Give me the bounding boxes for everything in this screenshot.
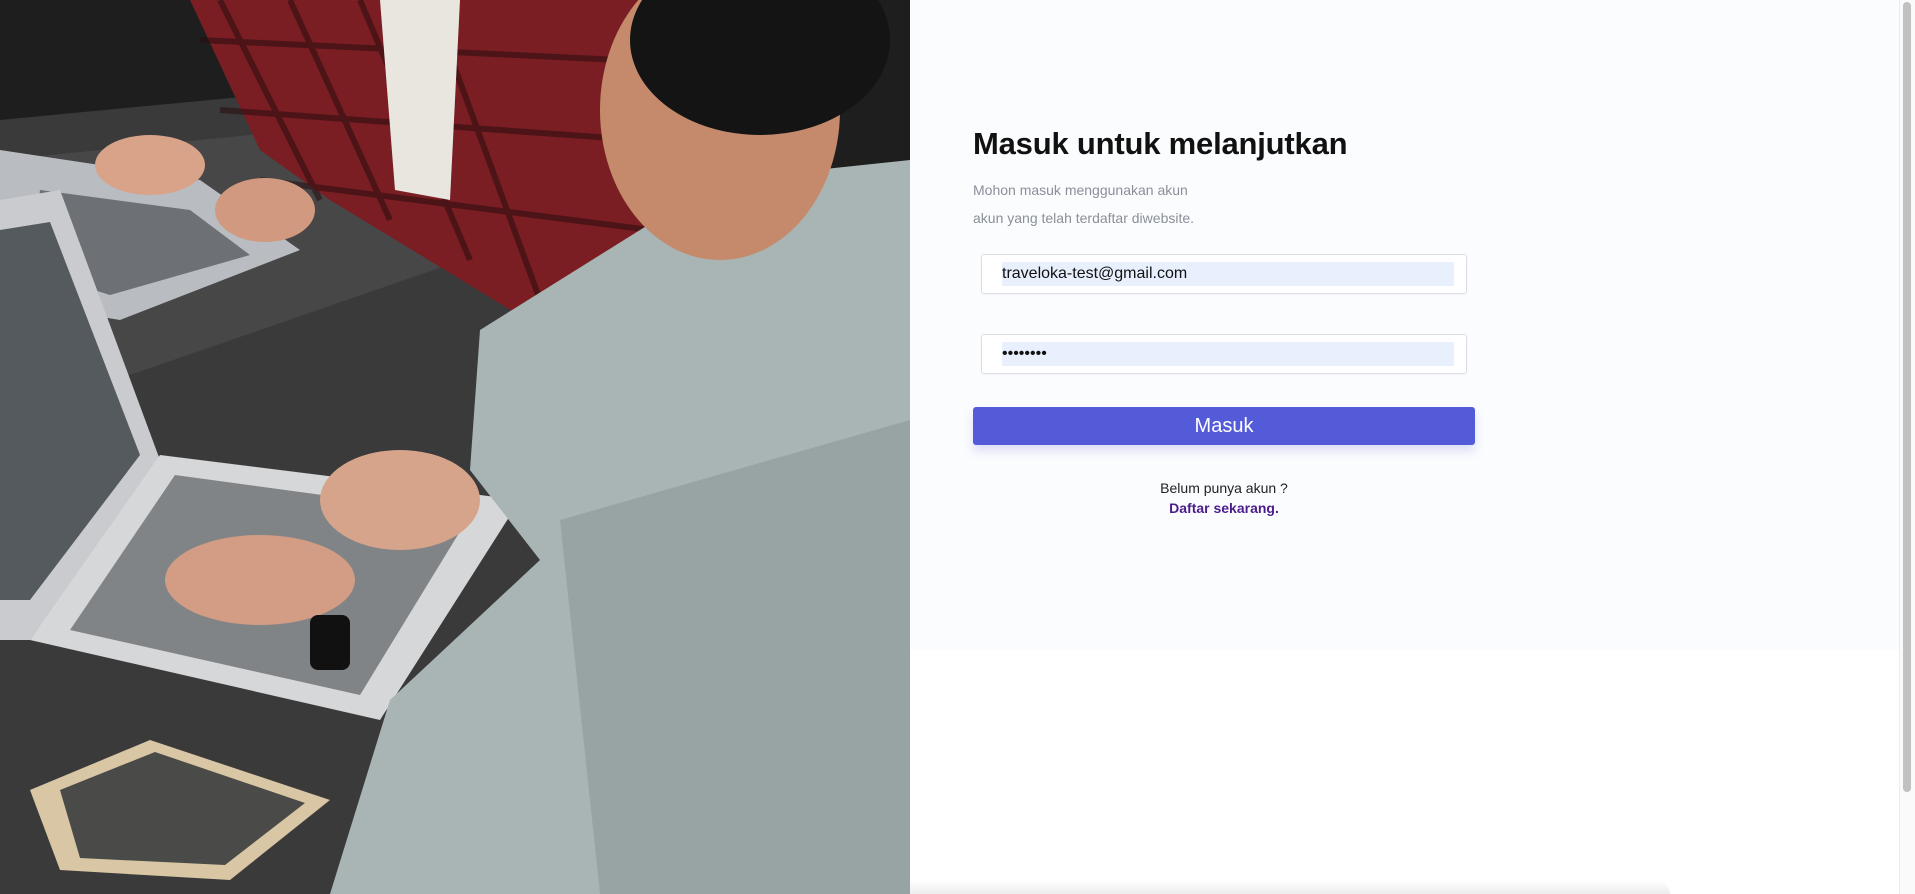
login-button[interactable]: Masuk [973,407,1475,445]
subtitle-line-1: Mohon masuk menggunakan akun [973,182,1188,198]
page-title: Masuk untuk melanjutkan [973,126,1348,161]
bottom-shadow [910,880,1670,894]
password-field[interactable] [1002,342,1454,366]
laptop-meeting-photo [0,0,910,894]
subtitle-line-2: akun yang telah terdaftar diwebsite. [973,210,1195,226]
register-link[interactable]: Daftar sekarang. [1169,498,1279,518]
login-form: Masuk untuk melanjutkan Mohon masuk meng… [973,124,1475,518]
login-page: Masuk untuk melanjutkan Mohon masuk meng… [0,0,1915,894]
register-prompt: Belum punya akun ? Daftar sekarang. [973,478,1475,518]
page-subtitle: Mohon masuk menggunakan akun akun yang t… [973,176,1475,232]
email-field[interactable] [1002,262,1454,286]
register-question: Belum punya akun ? [1160,480,1288,496]
hero-photo [0,0,910,894]
scrollbar-thumb[interactable] [1903,2,1911,792]
login-panel: Masuk untuk melanjutkan Mohon masuk meng… [910,0,1900,894]
page-scrollbar[interactable] [1899,0,1915,894]
email-field-wrapper [981,254,1467,294]
password-field-wrapper [981,334,1467,374]
